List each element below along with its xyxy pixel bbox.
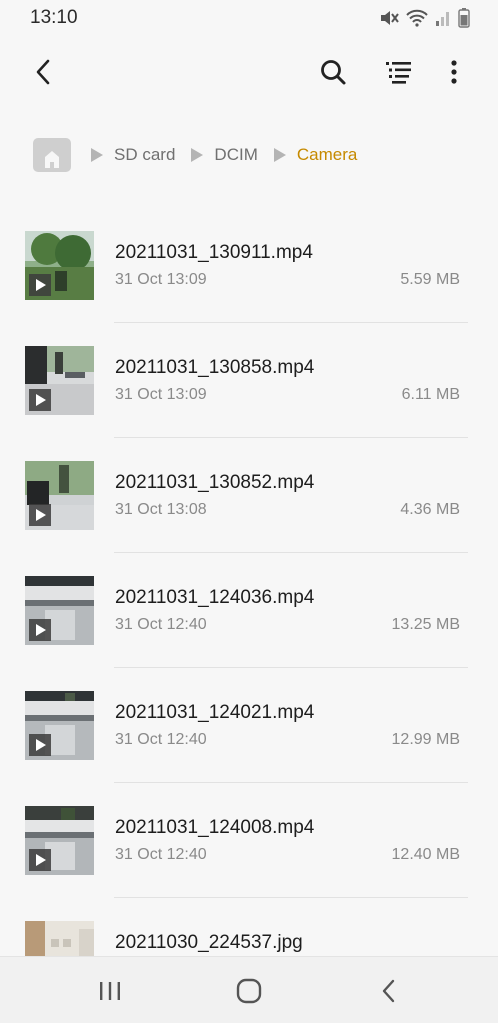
play-icon: [29, 274, 51, 296]
list-item[interactable]: 20211031_124036.mp4 31 Oct 12:40 13.25 M…: [0, 575, 498, 690]
divider: [114, 897, 468, 898]
file-name: 20211031_124021.mp4: [115, 702, 315, 723]
breadcrumb: SD card DCIM Camera: [33, 136, 357, 174]
recent-apps-icon: [100, 981, 120, 1000]
file-date: 31 Oct 12:40: [115, 616, 207, 633]
file-name: 20211031_130911.mp4: [115, 242, 313, 263]
file-name: 20211031_124008.mp4: [115, 817, 315, 838]
toolbar: [0, 44, 498, 100]
file-date: 31 Oct 12:40: [115, 731, 207, 748]
file-date: 31 Oct 12:40: [115, 846, 207, 863]
play-icon: [29, 389, 51, 411]
nav-back-button[interactable]: [359, 957, 419, 1023]
file-size: 12.40 MB: [391, 846, 460, 863]
file-date: 31 Oct 13:08: [115, 501, 207, 518]
more-options-button[interactable]: [430, 44, 478, 100]
divider: [114, 437, 468, 438]
status-icons: [379, 8, 470, 28]
search-button[interactable]: [309, 44, 357, 100]
file-name: 20211031_130852.mp4: [115, 472, 315, 493]
home-button[interactable]: [219, 957, 279, 1023]
breadcrumb-sd-card[interactable]: SD card: [114, 145, 175, 165]
breadcrumb-camera: Camera: [296, 145, 358, 164]
file-name: 20211031_124036.mp4: [115, 587, 315, 608]
back-button[interactable]: [19, 44, 67, 100]
divider: [114, 552, 468, 553]
search-icon: [321, 60, 346, 85]
status-time: 13:10: [30, 7, 78, 28]
file-list: 20211031_130911.mp4 31 Oct 13:09 5.59 MB…: [0, 230, 498, 1023]
status-bar: 13:10: [0, 0, 498, 36]
file-name: 20211030_224537.jpg: [115, 932, 303, 953]
list-item[interactable]: 20211031_124021.mp4 31 Oct 12:40 12.99 M…: [0, 690, 498, 805]
video-thumbnail: [25, 461, 94, 530]
signal-icon: [436, 12, 449, 26]
play-icon: [29, 849, 51, 871]
navigation-bar: [0, 956, 498, 1023]
back-arrow-icon: [36, 59, 50, 85]
video-thumbnail: [25, 231, 94, 300]
list-item[interactable]: 20211031_124008.mp4 31 Oct 12:40 12.40 M…: [0, 805, 498, 920]
play-icon: [29, 734, 51, 756]
file-size: 13.25 MB: [391, 616, 460, 633]
breadcrumb-separator: [273, 148, 286, 162]
list-item[interactable]: 20211031_130858.mp4 31 Oct 13:09 6.11 MB: [0, 345, 498, 460]
nav-back-icon: [382, 979, 395, 1002]
file-size: 12.99 MB: [391, 731, 460, 748]
home-icon: [45, 151, 59, 168]
list-item[interactable]: 20211031_130852.mp4 31 Oct 13:08 4.36 MB: [0, 460, 498, 575]
video-thumbnail: [25, 346, 94, 415]
play-icon: [29, 504, 51, 526]
video-thumbnail: [25, 806, 94, 875]
file-size: 5.59 MB: [400, 271, 460, 288]
file-size: 6.11 MB: [401, 386, 460, 403]
more-options-icon: [451, 60, 457, 84]
divider: [114, 322, 468, 323]
video-thumbnail: [25, 691, 94, 760]
file-name: 20211031_130858.mp4: [115, 357, 315, 378]
mute-icon: [381, 11, 399, 25]
list-item[interactable]: 20211031_130911.mp4 31 Oct 13:09 5.59 MB: [0, 230, 498, 345]
battery-icon: [458, 8, 470, 28]
breadcrumb-separator: [91, 148, 103, 162]
divider: [114, 667, 468, 668]
divider: [114, 782, 468, 783]
home-button-icon: [236, 978, 262, 1003]
file-date: 31 Oct 13:09: [115, 386, 207, 403]
file-size: 4.36 MB: [400, 501, 460, 518]
file-date: 31 Oct 13:09: [115, 271, 207, 288]
play-icon: [29, 619, 51, 641]
breadcrumb-separator: [191, 148, 204, 162]
wifi-icon: [406, 9, 428, 27]
recent-apps-button[interactable]: [80, 957, 140, 1023]
view-options-button[interactable]: [375, 44, 423, 100]
breadcrumb-home[interactable]: [33, 138, 71, 172]
breadcrumb-dcim[interactable]: DCIM: [214, 145, 257, 165]
video-thumbnail: [25, 576, 94, 645]
list-view-icon: [386, 62, 411, 84]
